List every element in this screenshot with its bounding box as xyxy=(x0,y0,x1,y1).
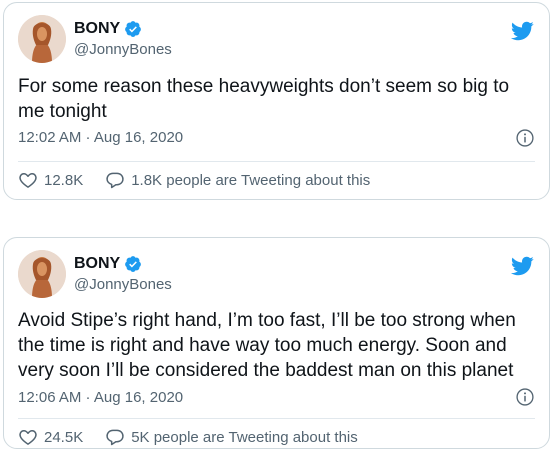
tweet-actions: 24.5K 5K people are Tweeting about this xyxy=(18,427,358,447)
display-name[interactable]: BONY xyxy=(74,20,120,38)
heart-icon xyxy=(19,173,37,188)
twitter-bird-icon[interactable] xyxy=(510,254,534,278)
tweet-text: For some reason these heavyweights don’t… xyxy=(18,76,510,122)
reply-bubble-icon xyxy=(106,429,124,446)
tweet-timestamp[interactable]: 12:02 AM · Aug 16, 2020 xyxy=(18,129,183,146)
tweet-header: BONY @JonnyBones xyxy=(18,15,538,65)
verified-icon xyxy=(125,256,142,272)
divider xyxy=(18,161,535,162)
verified-icon xyxy=(125,21,142,37)
info-icon[interactable] xyxy=(515,128,535,148)
tweet-card[interactable]: BONY @JonnyBones For some reason these h… xyxy=(3,2,550,200)
conversation-link[interactable]: 5K people are Tweeting about this xyxy=(105,427,358,447)
info-icon[interactable] xyxy=(515,387,535,407)
tweet-text: Avoid Stipe’s right hand, I’m too fast, … xyxy=(18,310,516,381)
like-button[interactable]: 12.8K xyxy=(18,170,83,190)
avatar[interactable] xyxy=(18,15,66,63)
avatar[interactable] xyxy=(18,250,66,298)
like-count: 12.8K xyxy=(44,171,84,189)
like-button[interactable]: 24.5K xyxy=(18,427,83,447)
conversation-text: 5K people are Tweeting about this xyxy=(131,428,358,446)
like-count: 24.5K xyxy=(44,428,84,446)
conversation-link[interactable]: 1.8K people are Tweeting about this xyxy=(105,170,370,190)
tweet-card[interactable]: BONY @JonnyBones Avoid Stipe’s right han… xyxy=(3,237,550,449)
user-handle[interactable]: @JonnyBones xyxy=(74,41,172,58)
tweet-timestamp[interactable]: 12:06 AM · Aug 16, 2020 xyxy=(18,389,183,406)
twitter-bird-icon[interactable] xyxy=(510,19,534,43)
conversation-text: 1.8K people are Tweeting about this xyxy=(131,171,371,189)
tweet-header: BONY @JonnyBones xyxy=(18,250,538,300)
tweet-actions: 12.8K 1.8K people are Tweeting about thi… xyxy=(18,170,370,190)
divider xyxy=(18,418,535,419)
display-name[interactable]: BONY xyxy=(74,255,120,273)
heart-icon xyxy=(19,430,37,445)
reply-bubble-icon xyxy=(106,172,124,189)
user-handle[interactable]: @JonnyBones xyxy=(74,276,172,293)
